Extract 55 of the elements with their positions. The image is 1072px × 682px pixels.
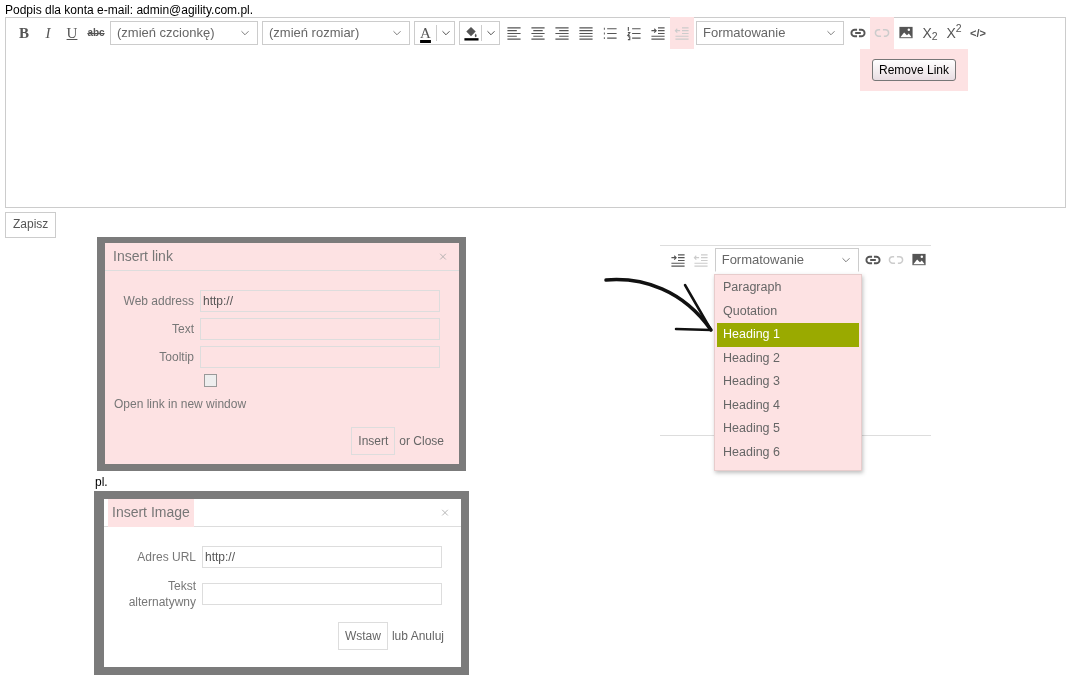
signature-label: Podpis dla konta e-mail: admin@agility.com.pl. <box>5 2 254 19</box>
outdent-icon <box>674 25 690 41</box>
dropdown-option[interactable]: Heading 2 <box>717 346 859 370</box>
italic-button[interactable]: I <box>36 21 60 45</box>
close-link[interactable]: or Close <box>399 432 444 450</box>
dropdown-option[interactable]: Heading 6 <box>717 440 859 464</box>
input-field[interactable]: http:// <box>202 546 442 568</box>
field-label: Adres URL <box>136 548 197 566</box>
dropdown-option[interactable]: Heading 4 <box>717 393 859 417</box>
field-label: Tooltip <box>158 349 195 366</box>
save-button[interactable]: Zapisz <box>5 212 57 238</box>
align-center-icon <box>530 25 546 41</box>
dialog-title: Insert Image <box>108 498 194 527</box>
format-dropdown[interactable]: (zmień czcionkę) <box>110 21 258 45</box>
dropdown-option[interactable]: Paragraph <box>717 276 859 300</box>
field-label: Web address <box>122 293 195 310</box>
input-field[interactable] <box>202 583 442 606</box>
insert-button[interactable]: Wstaw <box>337 622 388 651</box>
font-color-button[interactable]: A <box>414 21 455 45</box>
partial-text: pl. <box>95 475 108 489</box>
bold-button[interactable]: B <box>12 21 36 45</box>
cancel-link[interactable]: lub Anuluj <box>391 627 444 646</box>
tooltip: Remove Link <box>872 58 956 82</box>
checkbox-label: Open link in new window <box>114 396 247 413</box>
input-field[interactable] <box>200 346 440 368</box>
dropdown-option[interactable]: Heading 3 <box>717 370 859 394</box>
format-dropdown[interactable]: Formatowanie <box>696 21 844 45</box>
align-right-icon <box>554 25 570 41</box>
outdent-icon <box>693 252 709 268</box>
field-label: Text <box>171 321 195 338</box>
highlight-color-button[interactable] <box>459 21 500 45</box>
dropdown-option[interactable]: Heading 5 <box>717 417 859 441</box>
bullet-list-icon <box>602 25 618 41</box>
superscript-button[interactable]: X$^{2}$ <box>942 21 966 45</box>
format-dropdown[interactable]: Formatowanie <box>714 248 859 272</box>
input-field[interactable]: http:// <box>200 290 440 312</box>
underline-button[interactable]: U <box>60 21 84 45</box>
image-icon <box>898 25 914 41</box>
field-label: Tekst alternatywny <box>127 578 197 611</box>
input-field[interactable] <box>200 318 440 340</box>
paint-bucket-icon <box>462 25 479 41</box>
numbered-list-icon <box>626 25 642 41</box>
dialog-title: Insert link <box>112 247 174 266</box>
source-code-button[interactable]: </> <box>966 21 990 45</box>
checkbox[interactable] <box>204 374 217 387</box>
justify-icon <box>578 25 594 41</box>
image-icon <box>911 252 928 268</box>
format-dropdown[interactable]: (zmień rozmiar) <box>262 21 410 45</box>
subscript-button[interactable]: X$_{2}$ <box>918 21 942 45</box>
dropdown-option[interactable]: Quotation <box>717 299 859 323</box>
align-left-icon <box>506 25 522 41</box>
insert-button[interactable]: Insert <box>351 427 396 455</box>
indent-icon <box>669 252 686 268</box>
strikethrough-button[interactable]: abc <box>84 21 108 45</box>
indent-icon <box>650 25 666 41</box>
